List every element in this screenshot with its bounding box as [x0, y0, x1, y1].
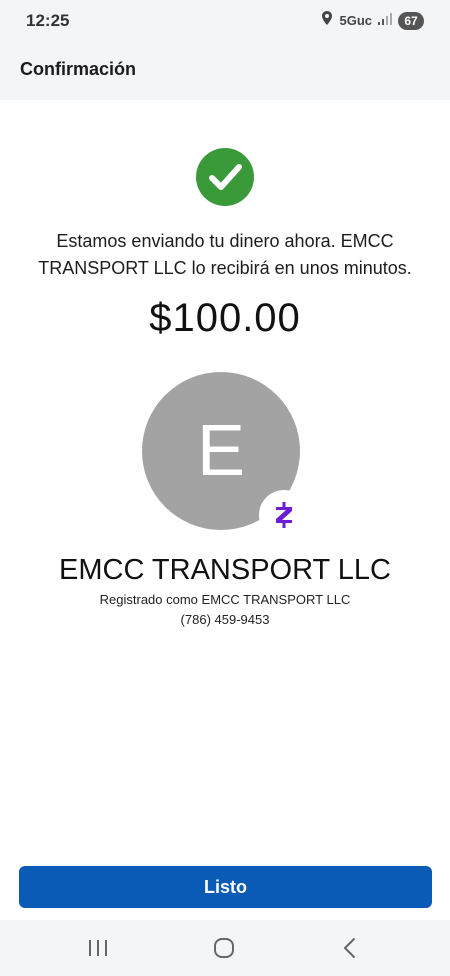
recent-apps-icon: [89, 940, 107, 956]
done-button[interactable]: Listo: [19, 866, 432, 908]
location-icon: [321, 11, 333, 30]
recent-apps-button[interactable]: [84, 934, 112, 962]
home-button[interactable]: [210, 934, 238, 962]
amount: $100.00: [149, 296, 301, 340]
avatar-initial: E: [196, 411, 246, 491]
status-time: 12:25: [26, 11, 70, 30]
system-nav-bar: [0, 920, 450, 976]
back-button[interactable]: [336, 934, 364, 962]
back-icon: [344, 938, 355, 958]
confirmation-message: Estamos enviando tu dinero ahora. EMCC T…: [38, 231, 412, 278]
recipient-name: EMCC TRANSPORT LLC: [59, 554, 391, 586]
page-title: Confirmación: [20, 59, 137, 79]
network-type: 5Guc: [339, 13, 372, 28]
zelle-logo-icon: [259, 490, 309, 540]
success-check-icon: [196, 148, 254, 206]
signal-icon: [378, 12, 392, 30]
status-bar: 12:25 5Guc 67: [0, 0, 450, 44]
home-icon: [214, 938, 234, 958]
recipient-phone: (786) 459-9453: [180, 612, 270, 627]
status-indicators: 5Guc 67: [321, 11, 424, 30]
header: Confirmación: [0, 44, 450, 100]
battery-indicator: 67: [398, 11, 424, 30]
registered-as: Registrado como EMCC TRANSPORT LLC: [99, 592, 351, 607]
